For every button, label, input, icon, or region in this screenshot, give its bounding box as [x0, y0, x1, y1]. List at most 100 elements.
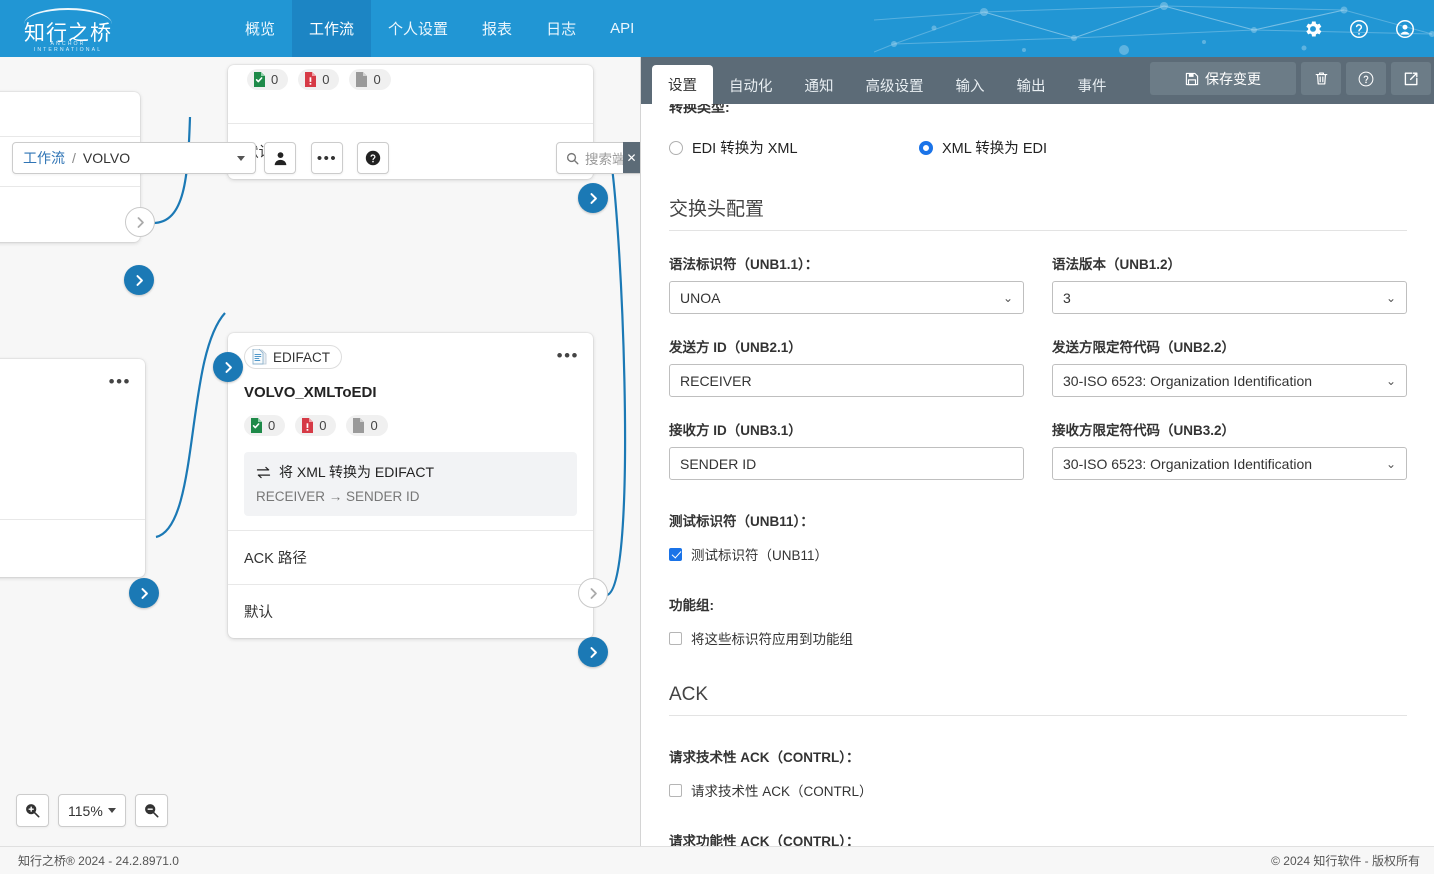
receiver-id-input[interactable]: SENDER ID: [669, 447, 1024, 480]
chevron-down-icon[interactable]: [237, 155, 245, 161]
panel-tabs: 设置 自动化 通知 高级设置 输入 输出 事件: [641, 57, 1123, 104]
node-count-success[interactable]: 0: [244, 415, 286, 436]
node-row[interactable]: [0, 519, 145, 577]
canvas-user-button[interactable]: [264, 142, 296, 174]
chevron-right-icon: [590, 587, 597, 599]
open-external-button[interactable]: [1391, 62, 1431, 95]
node-connector-ack-ghost[interactable]: [578, 578, 608, 608]
zoom-out-button[interactable]: [134, 794, 168, 827]
settings-form[interactable]: 转换类型: EDI 转换为 XML XML 转换为 EDI 交换头配置 语法标识…: [641, 104, 1434, 846]
functional-group-checkbox[interactable]: [669, 631, 682, 645]
test-indicator-checkbox[interactable]: [669, 547, 682, 561]
tab-label: 设置: [668, 78, 697, 94]
tab-events[interactable]: 事件: [1062, 66, 1123, 104]
conversion-type-label: 转换类型:: [669, 104, 730, 115]
radio-xml-to-edi[interactable]: XML 转换为 EDI: [919, 137, 1047, 158]
count-value: 0: [268, 418, 276, 433]
node-row[interactable]: [0, 186, 140, 242]
workflow-breadcrumb-selector[interactable]: 工作流 / VOLVO: [12, 142, 256, 174]
nav-item-reports[interactable]: 报表: [465, 0, 529, 57]
settings-panel: 设置 自动化 通知 高级设置 输入 输出 事件 保存变更 转换类型: EDI 转…: [640, 57, 1434, 846]
panel-action-buttons: 保存变更: [1150, 57, 1434, 104]
workflow-node-volvo-xmltoedi[interactable]: EDIFACT ••• VOLVO_XMLToEDI 0 0 0 将 XML 转…: [228, 333, 593, 638]
chevron-down-icon: [107, 808, 116, 813]
panel-collapse-button[interactable]: ✕: [623, 142, 640, 173]
tab-input[interactable]: 输入: [940, 66, 1001, 104]
delete-button[interactable]: [1301, 62, 1341, 95]
nav-item-logs[interactable]: 日志: [529, 0, 593, 57]
field-sender-id: 发送方 ID（UNB2.1） RECEIVER: [669, 336, 1024, 397]
nav-item-personal-settings[interactable]: 个人设置: [371, 0, 465, 57]
count-error[interactable]: 0: [298, 69, 340, 90]
panel-help-button[interactable]: [1346, 62, 1386, 95]
technical-ack-checkbox[interactable]: [669, 783, 682, 797]
radio-edi-to-xml[interactable]: EDI 转换为 XML: [669, 137, 919, 158]
node-connector-out[interactable]: [124, 265, 154, 295]
breadcrumb-current-workflow: VOLVO: [82, 150, 131, 166]
zoom-in-button[interactable]: [16, 794, 49, 827]
breadcrumb-workflow-link[interactable]: 工作流: [23, 148, 65, 168]
checkbox-label: 请求技术性 ACK（CONTRL）: [691, 784, 873, 799]
select-value: 3: [1063, 289, 1071, 306]
account-icon[interactable]: [1394, 18, 1416, 40]
field-label: 接收方限定符代码（UNB3.2）: [1052, 423, 1236, 438]
app-logo[interactable]: 知行之桥 ANCHOR INTERNATIONAL: [18, 7, 118, 53]
logo-english-text: ANCHOR INTERNATIONAL: [33, 41, 103, 53]
functional-group-checkbox-row[interactable]: 将这些标识符应用到功能组: [669, 628, 1407, 648]
tab-advanced[interactable]: 高级设置: [850, 66, 940, 104]
node-more-button[interactable]: •••: [109, 373, 131, 390]
node-connector-default-out[interactable]: [578, 637, 608, 667]
save-changes-button[interactable]: 保存变更: [1150, 62, 1296, 95]
radio-button[interactable]: [669, 140, 683, 155]
nav-label: API: [610, 20, 635, 37]
node-connector-out-top[interactable]: [578, 183, 608, 213]
node-count-neutral[interactable]: 0: [346, 415, 388, 436]
tab-settings[interactable]: 设置: [652, 65, 713, 104]
top-navigation-bar: 知行之桥 ANCHOR INTERNATIONAL 概览 工作流 个人设置 报表…: [0, 0, 1434, 57]
chevron-down-icon: ⌄: [1002, 290, 1013, 305]
node-more-button[interactable]: •••: [557, 347, 579, 364]
node-type-badge[interactable]: EDIFACT: [244, 345, 343, 369]
node-connector-in[interactable]: [213, 352, 243, 382]
footer-copyright-text: © 2024 知行软件 - 版权所有: [1271, 854, 1420, 868]
node-connector-out[interactable]: [129, 578, 159, 608]
nav-item-overview[interactable]: 概览: [228, 0, 292, 57]
node-row-ack-path[interactable]: ACK 路径: [228, 530, 593, 584]
tab-label: 事件: [1077, 78, 1107, 95]
tab-automation[interactable]: 自动化: [713, 66, 789, 104]
sender-qualifier-select[interactable]: 30-ISO 6523: Organization Identification…: [1052, 364, 1407, 397]
test-indicator-checkbox-row[interactable]: 测试标识符（UNB11）: [669, 544, 1407, 564]
file-error-icon: [305, 72, 317, 87]
help-icon[interactable]: [1348, 18, 1370, 40]
canvas-zoom-controls: 115%: [16, 794, 168, 827]
zoom-level-selector[interactable]: 115%: [58, 794, 126, 827]
zoom-out-icon: [144, 804, 159, 818]
sender-id-input[interactable]: RECEIVER: [669, 364, 1024, 397]
workflow-node-partial-left[interactable]: •••: [0, 359, 145, 577]
count-success[interactable]: 0: [247, 69, 289, 90]
syntax-identifier-select[interactable]: UNOA ⌄: [669, 281, 1024, 314]
gear-icon[interactable]: [1302, 18, 1324, 40]
radio-label: EDI 转换为 XML: [692, 141, 798, 157]
nav-item-workflow[interactable]: 工作流: [292, 0, 372, 57]
functional-ack-label: 请求功能性 ACK（CONTRL）：: [669, 834, 860, 846]
file-error-icon: [302, 418, 314, 433]
tab-notifications[interactable]: 通知: [789, 66, 850, 104]
node-connector-ghost[interactable]: [125, 207, 155, 237]
count-neutral[interactable]: 0: [349, 69, 391, 90]
node-count-error[interactable]: 0: [295, 415, 337, 436]
technical-ack-checkbox-row[interactable]: 请求技术性 ACK（CONTRL）: [669, 780, 1407, 800]
ellipsis-icon: •••: [316, 149, 338, 167]
receiver-qualifier-select[interactable]: 30-ISO 6523: Organization Identification…: [1052, 447, 1407, 480]
syntax-version-select[interactable]: 3 ⌄: [1052, 281, 1407, 314]
canvas-more-button[interactable]: •••: [311, 142, 343, 174]
nav-item-api[interactable]: API: [593, 0, 651, 57]
chevron-right-icon: [589, 646, 597, 658]
field-row-3: 接收方 ID（UNB3.1） SENDER ID 接收方限定符代码（UNB3.2…: [669, 419, 1407, 480]
radio-button-selected[interactable]: [919, 140, 933, 155]
canvas-help-button[interactable]: [357, 142, 389, 174]
workflow-canvas[interactable]: ••• 默认 0 0 0 工作流 / VOLVO ••• 搜索端 EDIFACT…: [0, 57, 640, 846]
node-row-default[interactable]: 默认: [228, 584, 593, 638]
tab-output[interactable]: 输出: [1001, 66, 1062, 104]
interchange-header-section-title: 交换头配置: [669, 194, 1407, 231]
